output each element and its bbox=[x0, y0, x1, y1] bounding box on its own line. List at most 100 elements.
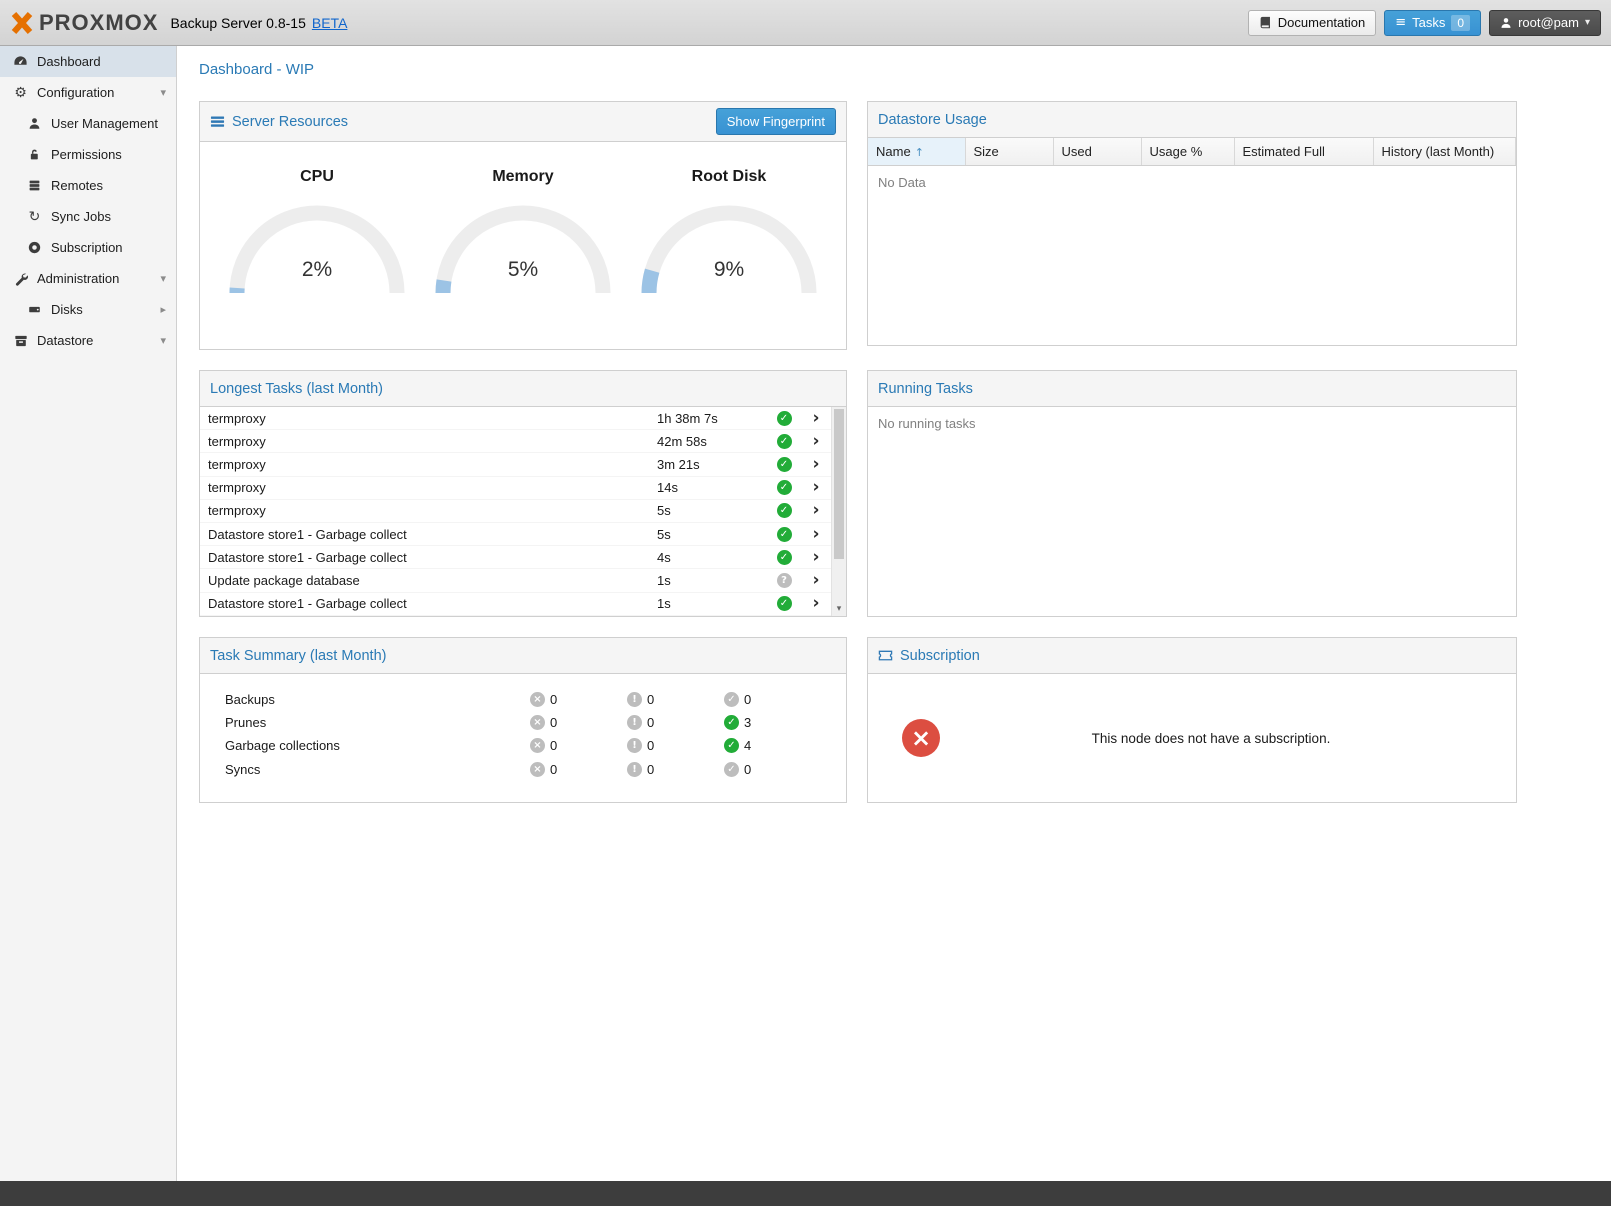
sidebar-item-administration[interactable]: Administration ▾ bbox=[0, 263, 176, 294]
summary-row: Prunes ×0 !0 ✓3 bbox=[200, 711, 846, 734]
status-ok-icon: ✓ bbox=[777, 503, 792, 518]
gears-icon: ⚙ bbox=[13, 85, 28, 100]
panel-title: Running Tasks bbox=[878, 381, 973, 397]
scroll-down-arrow[interactable]: ▾ bbox=[832, 601, 846, 616]
column-header-usage-pct[interactable]: Usage % bbox=[1141, 138, 1234, 166]
sidebar-item-label: Disks bbox=[51, 302, 83, 317]
sidebar-item-label: Dashboard bbox=[37, 54, 101, 69]
column-header-estimated-full[interactable]: Estimated Full bbox=[1234, 138, 1373, 166]
ok-count-icon: ✓ bbox=[724, 738, 739, 753]
ok-count-icon: ✓ bbox=[724, 762, 739, 777]
user-menu-button[interactable]: root@pam ▾ bbox=[1489, 10, 1601, 36]
show-fingerprint-button[interactable]: Show Fingerprint bbox=[716, 108, 836, 135]
sidebar-item-configuration[interactable]: ⚙ Configuration ▾ bbox=[0, 77, 176, 108]
datastore-archive-icon bbox=[13, 333, 28, 348]
book-icon bbox=[1259, 16, 1272, 29]
server-resources-header: Server Resources Show Fingerprint bbox=[200, 102, 846, 142]
subscription-body: × This node does not have a subscription… bbox=[868, 674, 1516, 802]
sidebar: Dashboard ⚙ Configuration ▾ User Managem… bbox=[0, 46, 177, 1181]
scrollbar-thumb[interactable] bbox=[834, 409, 844, 559]
sidebar-item-remotes[interactable]: Remotes bbox=[0, 170, 176, 201]
caret-right-icon: ▸ bbox=[160, 303, 166, 316]
gauge-arc bbox=[222, 198, 412, 301]
open-task-button[interactable]: › bbox=[801, 410, 831, 427]
running-tasks-body: No running tasks bbox=[868, 407, 1516, 616]
sidebar-item-label: Sync Jobs bbox=[51, 209, 111, 224]
open-task-button[interactable]: › bbox=[801, 526, 831, 543]
server-resources-panel: Server Resources Show Fingerprint CPU bbox=[199, 101, 847, 350]
subscription-panel: Subscription × This node does not have a… bbox=[867, 637, 1517, 803]
documentation-label: Documentation bbox=[1278, 15, 1365, 30]
column-header-name[interactable]: Name↑ bbox=[868, 138, 965, 166]
open-task-button[interactable]: › bbox=[801, 456, 831, 473]
column-header-used[interactable]: Used bbox=[1053, 138, 1141, 166]
caret-down-icon: ▾ bbox=[160, 334, 166, 347]
status-ok-icon: ✓ bbox=[777, 527, 792, 542]
sidebar-item-label: Subscription bbox=[51, 240, 123, 255]
scrollbar[interactable]: ▾ bbox=[831, 407, 846, 616]
tasks-label: Tasks bbox=[1412, 15, 1445, 30]
gauge-label: Memory bbox=[428, 168, 618, 186]
sidebar-item-dashboard[interactable]: Dashboard bbox=[0, 46, 176, 77]
open-task-button[interactable]: › bbox=[801, 572, 831, 589]
caret-down-icon: ▾ bbox=[160, 272, 166, 285]
task-list: termproxy 1h 38m 7s ✓ › termproxy 42m 58… bbox=[200, 407, 846, 616]
column-header-history[interactable]: History (last Month) bbox=[1373, 138, 1516, 166]
open-task-button[interactable]: › bbox=[801, 479, 831, 496]
open-task-button[interactable]: › bbox=[801, 549, 831, 566]
memory-gauge: Memory 5% bbox=[428, 152, 618, 301]
longest-tasks-panel: Longest Tasks (last Month) termproxy 1h … bbox=[199, 370, 847, 617]
sidebar-item-disks[interactable]: Disks ▸ bbox=[0, 294, 176, 325]
app-title: Backup Server 0.8-15 bbox=[170, 15, 305, 31]
sort-asc-icon: ↑ bbox=[915, 146, 924, 159]
sidebar-item-user-management[interactable]: User Management bbox=[0, 108, 176, 139]
sidebar-item-permissions[interactable]: Permissions bbox=[0, 139, 176, 170]
ok-count-icon: ✓ bbox=[724, 715, 739, 730]
open-task-button[interactable]: › bbox=[801, 502, 831, 519]
summary-row: Backups ×0 !0 ✓0 bbox=[200, 688, 846, 711]
top-header: PROXMOX Backup Server 0.8-15 BETA Docume… bbox=[0, 0, 1611, 46]
caret-down-icon: ▾ bbox=[1585, 17, 1590, 28]
column-header-size[interactable]: Size bbox=[965, 138, 1053, 166]
task-row: termproxy 14s ✓ › bbox=[200, 477, 831, 500]
sidebar-item-datastore[interactable]: Datastore ▾ bbox=[0, 325, 176, 356]
task-row: Datastore store1 - Garbage collect 4s ✓ … bbox=[200, 546, 831, 569]
sidebar-item-subscription[interactable]: Subscription bbox=[0, 232, 176, 263]
panel-title: Datastore Usage bbox=[878, 112, 987, 128]
gauge-arc bbox=[634, 198, 824, 301]
running-tasks-header: Running Tasks bbox=[868, 371, 1516, 407]
documentation-button[interactable]: Documentation bbox=[1248, 10, 1376, 36]
task-row: termproxy 3m 21s ✓ › bbox=[200, 453, 831, 476]
panel-title: Server Resources bbox=[232, 114, 348, 130]
page-title: Dashboard - WIP bbox=[177, 46, 1611, 88]
open-task-button[interactable]: › bbox=[801, 433, 831, 450]
ticket-icon bbox=[878, 648, 893, 663]
user-icon bbox=[27, 116, 42, 131]
task-summary-panel: Task Summary (last Month) Backups ×0 !0 … bbox=[199, 637, 847, 803]
server-stack-icon bbox=[27, 178, 42, 193]
wrench-icon bbox=[13, 271, 28, 286]
lines-icon bbox=[210, 114, 225, 129]
caret-down-icon: ▾ bbox=[160, 86, 166, 99]
status-ok-icon: ✓ bbox=[777, 411, 792, 426]
tasks-button[interactable]: ≡ Tasks 0 bbox=[1384, 10, 1481, 36]
sidebar-item-label: Datastore bbox=[37, 333, 93, 348]
datastore-usage-header: Datastore Usage bbox=[868, 102, 1516, 138]
logo-wordmark: PROXMOX bbox=[39, 10, 158, 36]
warning-count-icon: ! bbox=[627, 762, 642, 777]
task-row: Update package database 1s ? › bbox=[200, 569, 831, 592]
panel-title: Longest Tasks (last Month) bbox=[210, 381, 383, 397]
status-ok-icon: ✓ bbox=[777, 480, 792, 495]
longest-tasks-body: termproxy 1h 38m 7s ✓ › termproxy 42m 58… bbox=[200, 407, 846, 616]
root-disk-gauge: Root Disk 9% bbox=[634, 152, 824, 301]
status-ok-icon: ✓ bbox=[777, 457, 792, 472]
datastore-usage-panel: Datastore Usage Name↑ Size Used Usage % … bbox=[867, 101, 1517, 346]
sidebar-item-sync-jobs[interactable]: ↻ Sync Jobs bbox=[0, 201, 176, 232]
sidebar-item-label: Permissions bbox=[51, 147, 122, 162]
support-ring-icon bbox=[27, 240, 42, 255]
task-row: termproxy 42m 58s ✓ › bbox=[200, 430, 831, 453]
beta-link[interactable]: BETA bbox=[312, 15, 348, 31]
gauge-label: Root Disk bbox=[634, 168, 824, 186]
status-unknown-icon: ? bbox=[777, 573, 792, 588]
open-task-button[interactable]: › bbox=[801, 595, 831, 612]
